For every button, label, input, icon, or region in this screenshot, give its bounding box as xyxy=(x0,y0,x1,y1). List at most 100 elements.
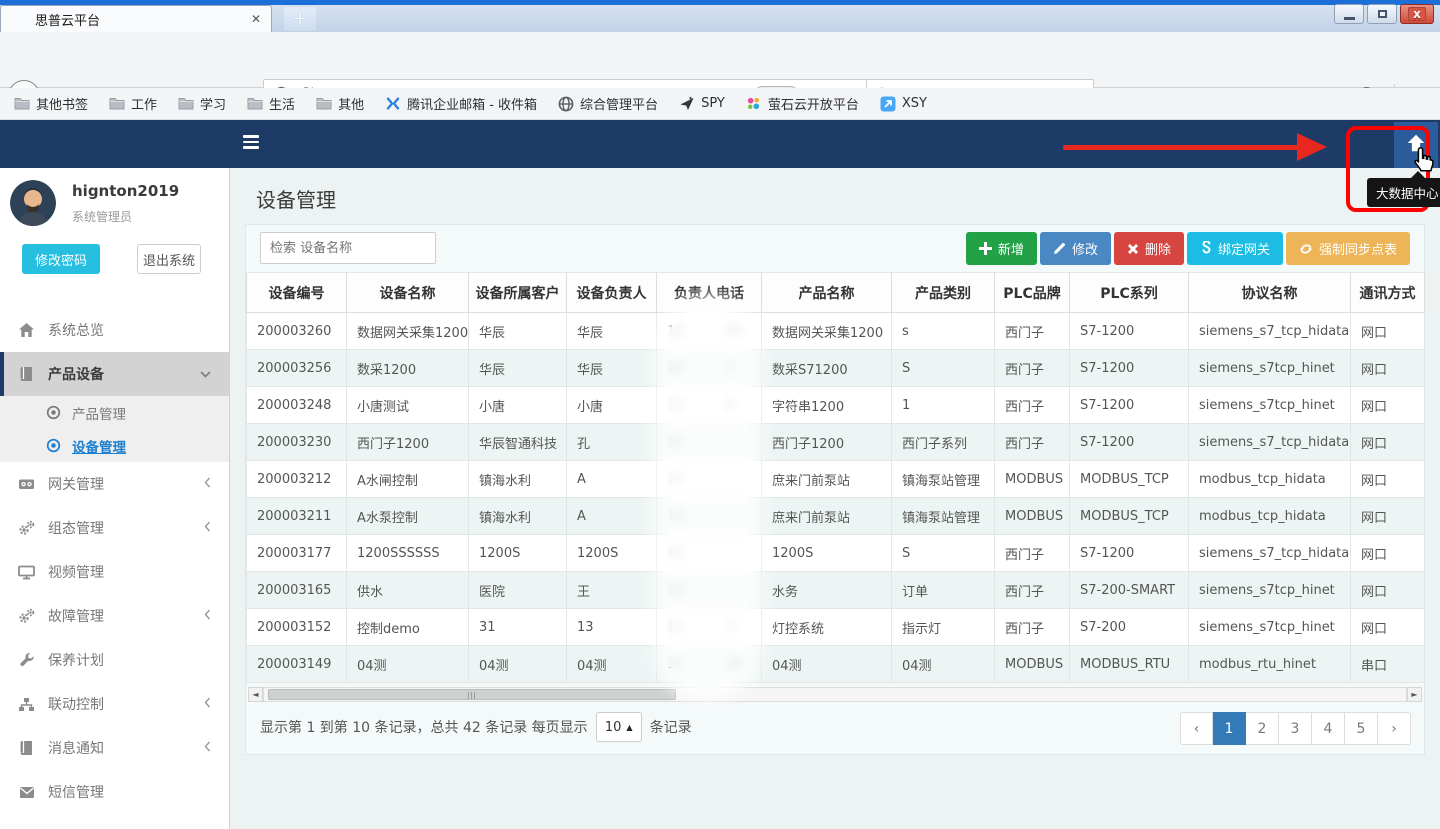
sidebar-subitem[interactable]: 产品管理 xyxy=(0,396,229,429)
cell-plc_series: S7-200-SMART xyxy=(1070,572,1189,609)
bookmark-item[interactable]: 工作 xyxy=(109,94,157,113)
close-window-button[interactable]: x xyxy=(1400,4,1434,24)
column-header[interactable]: 设备负责人 xyxy=(567,273,657,313)
device-search-input[interactable] xyxy=(260,232,436,264)
cell-owner: 小唐 xyxy=(567,387,657,424)
cell-plc_brand: 西门子 xyxy=(995,572,1070,609)
pager-page-4[interactable]: 4 xyxy=(1312,712,1345,745)
sidebar-subitem[interactable]: 设备管理 xyxy=(0,429,229,462)
cell-id: 200003260 xyxy=(247,313,347,350)
change-password-button[interactable]: 修改密码 xyxy=(22,244,100,274)
sidebar-item[interactable]: 产品设备 xyxy=(0,352,229,396)
browser-tab[interactable]: 思普云平台 ✕ xyxy=(0,5,272,32)
sidebar: hignton2019 系统管理员 修改密码 退出系统 系统总览产品设备产品管理… xyxy=(0,168,230,829)
column-header[interactable]: 通讯方式 xyxy=(1351,273,1425,313)
cell-plc_series: S7-200 xyxy=(1070,609,1189,646)
table-row[interactable]: 200003212A水闸控制镇海水利A13庶来门前泵站镇海泵站管理MODBUSM… xyxy=(247,461,1425,498)
cell-product: 灯控系统 xyxy=(762,609,892,646)
table-row[interactable]: 200003211A水泵控制镇海水利A13庶来门前泵站镇海泵站管理MODBUSM… xyxy=(247,498,1425,535)
sidebar-item-label: 故障管理 xyxy=(48,606,104,626)
column-header[interactable]: 产品类别 xyxy=(892,273,995,313)
sidebar-collapse-icon[interactable] xyxy=(243,135,261,151)
table-row[interactable]: 200003152控制demo3113153灯控系统指示灯西门子S7-200si… xyxy=(247,609,1425,646)
minimize-button[interactable] xyxy=(1334,4,1364,24)
toolbar-button-1[interactable]: 新增 xyxy=(966,232,1037,265)
pager-page-2[interactable]: 2 xyxy=(1246,712,1279,745)
table-row[interactable]: 200003256数采1200华辰华辰184数采S71200S西门子S7-120… xyxy=(247,350,1425,387)
tab-close-icon[interactable]: ✕ xyxy=(251,12,261,26)
table-row[interactable]: 200003260数据网关采集1200华辰华辰1804数据网关采集1200s西门… xyxy=(247,313,1425,350)
column-header[interactable]: 设备名称 xyxy=(347,273,469,313)
toolbar-button-4[interactable]: 绑定网关 xyxy=(1187,232,1283,265)
wrench-icon xyxy=(18,652,35,669)
bookmark-item[interactable]: 综合管理平台 xyxy=(558,94,658,113)
column-header[interactable]: PLC品牌 xyxy=(995,273,1070,313)
bookmark-label: 萤石云开放平台 xyxy=(768,94,859,113)
sidebar-item[interactable]: 系统总览 xyxy=(0,308,229,352)
column-header[interactable]: 设备所属客户 xyxy=(469,273,567,313)
cell-customer: 小唐 xyxy=(469,387,567,424)
cell-owner: 王 xyxy=(567,572,657,609)
cell-plc_series: S7-1200 xyxy=(1070,313,1189,350)
table-row[interactable]: 2000031771200SSSSSS1200S1200S151200SS西门子… xyxy=(247,535,1425,572)
scrollbar-thumb[interactable] xyxy=(268,689,676,700)
sidebar-item[interactable]: 网关管理 xyxy=(0,462,229,506)
page-size-value: 10 xyxy=(605,720,622,735)
bookmark-item[interactable]: 腾讯企业邮箱 - 收件箱 xyxy=(385,94,537,113)
scrollbar-track[interactable] xyxy=(263,687,1407,702)
page-size-dropdown[interactable]: 10 ▲ xyxy=(596,712,642,742)
sitemap-icon xyxy=(18,696,35,713)
browser-titlebar: 思普云平台 ✕ + x xyxy=(0,0,1440,32)
pager-page-3[interactable]: 3 xyxy=(1279,712,1312,745)
sidebar-item[interactable]: 故障管理 xyxy=(0,594,229,638)
bookmark-item[interactable]: 其他书签 xyxy=(14,94,88,113)
toolbar-button-3[interactable]: 删除 xyxy=(1114,232,1184,265)
logout-button[interactable]: 退出系统 xyxy=(137,244,201,274)
sidebar-item[interactable]: 消息通知 xyxy=(0,726,229,770)
bookmark-item[interactable]: 其他 xyxy=(316,94,364,113)
bookmark-item[interactable]: SPY xyxy=(679,96,725,112)
pager-page-5[interactable]: 5 xyxy=(1345,712,1378,745)
sidebar-item[interactable]: 视频管理 xyxy=(0,550,229,594)
column-header[interactable]: 设备编号 xyxy=(247,273,347,313)
table-row[interactable]: 200003230西门子1200华辰智通科技孔15西门子1200西门子系列西门子… xyxy=(247,424,1425,461)
horizontal-scrollbar[interactable]: ◄ ► xyxy=(248,687,1422,702)
table-row[interactable]: 200003248小唐测试小唐小唐130字符串12001西门子S7-1200si… xyxy=(247,387,1425,424)
scroll-right-icon[interactable]: ► xyxy=(1407,687,1422,702)
bookmark-item[interactable]: 生活 xyxy=(247,94,295,113)
restore-button[interactable] xyxy=(1367,4,1397,24)
toolbar-button-label: 新增 xyxy=(998,239,1024,258)
pager-next[interactable]: › xyxy=(1378,712,1411,745)
sidebar-item[interactable]: 保养计划 xyxy=(0,638,229,682)
table-row[interactable]: 200003165供水医院王18水务订单西门子S7-200-SMARTsieme… xyxy=(247,572,1425,609)
table-row[interactable]: 20000314904测04测04测153804测04测MODBUSMODBUS… xyxy=(247,646,1425,683)
column-header[interactable]: 产品名称 xyxy=(762,273,892,313)
bookmark-label: 生活 xyxy=(269,94,295,113)
toolbar-button-5[interactable]: 强制同步点表 xyxy=(1286,232,1410,265)
avatar[interactable] xyxy=(10,180,56,226)
device-panel: 新增修改删除绑定网关强制同步点表 设备编号设备名称设备所属客户设备负责人负责人电… xyxy=(245,224,1425,755)
column-header[interactable]: PLC系列 xyxy=(1070,273,1189,313)
sidebar-item[interactable]: 组态管理 xyxy=(0,506,229,550)
cell-protocol: siemens_s7tcp_hinet xyxy=(1189,609,1351,646)
cell-id: 200003256 xyxy=(247,350,347,387)
bookmark-item[interactable]: XSY xyxy=(880,96,927,112)
cell-customer: 华辰 xyxy=(469,350,567,387)
bookmark-label: 腾讯企业邮箱 - 收件箱 xyxy=(407,94,537,113)
column-header[interactable]: 协议名称 xyxy=(1189,273,1351,313)
cell-comm: 网口 xyxy=(1351,609,1425,646)
summary-prefix: 显示第 1 到第 10 条记录，总共 42 条记录 每页显示 xyxy=(260,717,588,737)
scroll-left-icon[interactable]: ◄ xyxy=(248,687,263,702)
new-tab-button[interactable]: + xyxy=(284,7,316,31)
device-table: 设备编号设备名称设备所属客户设备负责人负责人电话产品名称产品类别PLC品牌PLC… xyxy=(246,272,1425,683)
folder-icon xyxy=(14,96,30,112)
bookmark-item[interactable]: 学习 xyxy=(178,94,226,113)
sidebar-item[interactable]: 短信管理 xyxy=(0,770,229,814)
cell-name: A水闸控制 xyxy=(347,461,469,498)
bookmark-item[interactable]: 萤石云开放平台 xyxy=(746,94,859,113)
pager-prev[interactable]: ‹ xyxy=(1180,712,1213,745)
toolbar-button-2[interactable]: 修改 xyxy=(1040,232,1111,265)
pager-page-1[interactable]: 1 xyxy=(1213,712,1246,745)
sidebar-item[interactable]: 联动控制 xyxy=(0,682,229,726)
cell-protocol: siemens_s7tcp_hinet xyxy=(1189,572,1351,609)
